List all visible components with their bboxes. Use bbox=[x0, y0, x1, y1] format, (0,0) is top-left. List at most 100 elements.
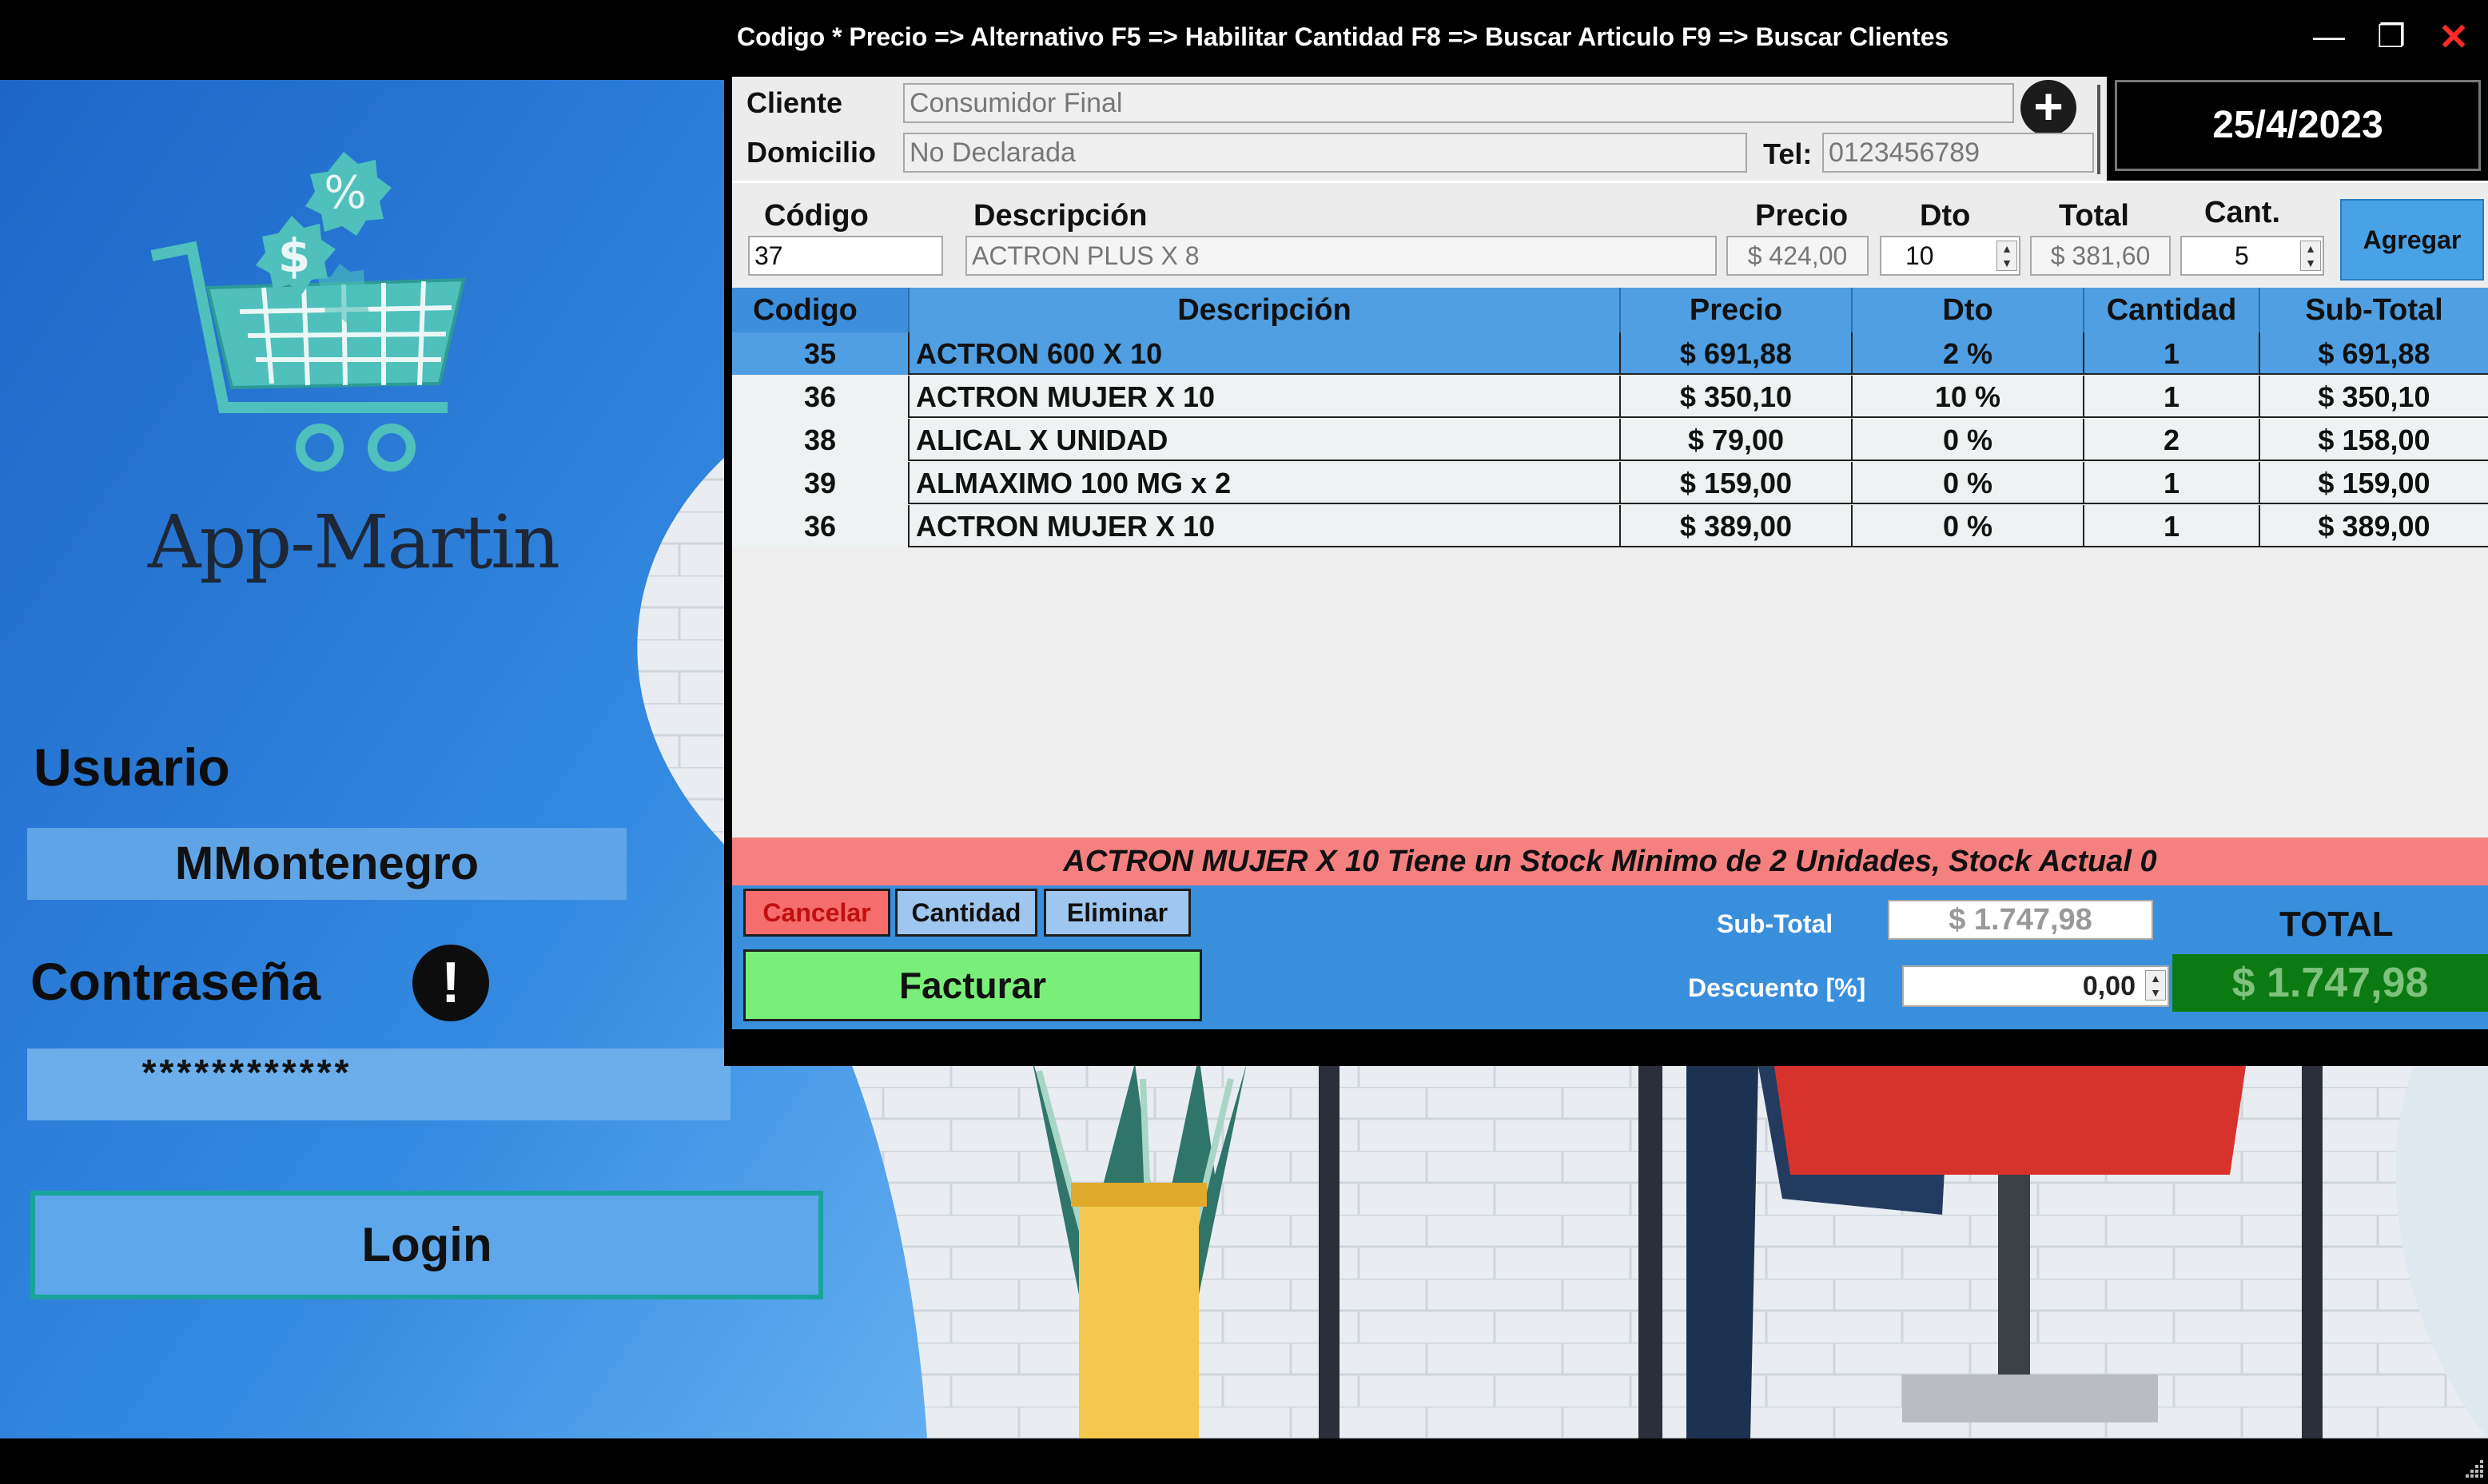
spin-icon[interactable]: ▲ ▼ bbox=[2145, 970, 2166, 1001]
date-display: 25/4/2023 bbox=[2115, 80, 2481, 171]
maximize-icon[interactable]: ❐ bbox=[2367, 13, 2415, 61]
descripcion-field[interactable]: ACTRON PLUS X 8 bbox=[965, 236, 1717, 276]
svg-text:$: $ bbox=[278, 229, 310, 283]
app-name: App-Martin bbox=[148, 499, 560, 585]
domicilio-label: Domicilio bbox=[746, 136, 877, 169]
cliente-label: Cliente bbox=[746, 86, 843, 119]
table-cell: 36 bbox=[732, 505, 910, 547]
table-cell: $ 691,88 bbox=[2318, 337, 2430, 370]
dto-label: Dto bbox=[1920, 199, 1971, 233]
column-header[interactable]: Codigo bbox=[732, 288, 910, 332]
warning-icon: ! bbox=[412, 945, 489, 1021]
user-label: Usuario bbox=[34, 738, 230, 797]
spin-icon[interactable]: ▲ ▼ bbox=[2300, 241, 2321, 271]
login-top-bar bbox=[0, 0, 735, 80]
tel-label: Tel: bbox=[1763, 137, 1813, 170]
client-panel: Cliente Consumidor Final + Domicilio No … bbox=[732, 77, 2107, 181]
total-display: $ 1.747,98 bbox=[2172, 954, 2488, 1012]
cant-input[interactable]: 5 ▲ ▼ bbox=[2180, 236, 2324, 276]
subtotal-label: Sub-Total bbox=[1717, 909, 1833, 938]
stock-alert: ACTRON MUJER X 10 Tiene un Stock Minimo … bbox=[732, 837, 2488, 885]
table-cell: 38 bbox=[732, 419, 910, 461]
cart-icon: % $ bbox=[150, 152, 466, 471]
table-cell: 1 bbox=[2084, 462, 2260, 504]
precio-label: Precio bbox=[1755, 199, 1849, 233]
column-header[interactable]: Descripción bbox=[910, 288, 1621, 332]
table-cell: 36 bbox=[732, 376, 910, 418]
table-cell: ACTRON MUJER X 10 bbox=[910, 505, 1621, 547]
table-cell: $ 389,00 bbox=[1621, 505, 1853, 547]
tel-field[interactable]: 0123456789 bbox=[1822, 133, 2094, 173]
resize-grip-icon[interactable] bbox=[2461, 1457, 2485, 1481]
login-button[interactable]: Login bbox=[30, 1191, 823, 1299]
svg-text:%: % bbox=[324, 167, 366, 219]
column-header[interactable]: Sub-Total bbox=[2260, 288, 2488, 332]
add-client-icon[interactable]: + bbox=[2020, 80, 2076, 136]
percent-tag-icon: % bbox=[305, 152, 392, 236]
password-label: Contraseña bbox=[30, 952, 321, 1011]
totals-panel: Cancelar Cantidad Eliminar Facturar Sub-… bbox=[732, 885, 2488, 1029]
cancelar-button[interactable]: Cancelar bbox=[743, 889, 890, 937]
facturar-button[interactable]: Facturar bbox=[743, 949, 1202, 1021]
descuento-input[interactable]: 0,00 ▲ ▼ bbox=[1902, 965, 2169, 1007]
window-title: Codigo * Precio => Alternativo F5 => Hab… bbox=[737, 22, 1949, 51]
table-cell: $ 158,00 bbox=[2318, 424, 2430, 456]
total-label: Total bbox=[2059, 199, 2129, 233]
domicilio-field[interactable]: No Declarada bbox=[903, 133, 1747, 173]
spin-icon[interactable]: ▲ ▼ bbox=[1996, 241, 2017, 271]
close-icon[interactable]: ✕ bbox=[2430, 13, 2478, 61]
eliminar-button[interactable]: Eliminar bbox=[1044, 889, 1191, 937]
table-cell: 39 bbox=[732, 462, 910, 504]
column-header[interactable]: Dto bbox=[1853, 288, 2084, 332]
cantidad-button[interactable]: Cantidad bbox=[895, 889, 1037, 937]
agregar-button[interactable]: Agregar bbox=[2340, 199, 2484, 280]
subtotal-field: $ 1.747,98 bbox=[1888, 900, 2153, 940]
minimize-icon[interactable]: — bbox=[2305, 13, 2353, 61]
table-row[interactable]: 39 ALMAXIMO 100 MG x 2 $ 159,00 0 % 1 $ 159,0… bbox=[732, 462, 2488, 504]
table-cell: $ 159,00 bbox=[1621, 462, 1853, 504]
table-cell: 1 bbox=[2084, 376, 2260, 418]
password-input[interactable]: ************ bbox=[27, 1048, 730, 1120]
sales-window: Codigo * Precio => Alternativo F5 => Hab… bbox=[724, 0, 2488, 1066]
table-cell: $ 159,00 bbox=[2318, 467, 2430, 499]
precio-field[interactable]: $ 424,00 bbox=[1726, 236, 1869, 276]
user-input[interactable]: MMontenegro bbox=[27, 828, 627, 900]
table-row[interactable]: 38 ALICAL X UNIDAD $ 79,00 0 % 2 $ 158,00 bbox=[732, 419, 2488, 461]
bottom-bar bbox=[0, 1438, 2488, 1484]
cant-value: 5 bbox=[2235, 241, 2249, 270]
table-row[interactable]: 36 ACTRON MUJER X 10 $ 389,00 0 % 1 $ 389,00 bbox=[732, 505, 2488, 547]
table-cell: 35 bbox=[732, 332, 910, 375]
window-titlebar[interactable]: Codigo * Precio => Alternativo F5 => Hab… bbox=[724, 0, 2488, 77]
total-caption: TOTAL bbox=[2279, 905, 2394, 944]
table-cell: 1 bbox=[2084, 332, 2260, 375]
column-header[interactable]: Precio bbox=[1621, 288, 1853, 332]
items-table[interactable]: Codigo Descripción Precio Dto Cantidad S… bbox=[732, 284, 2488, 837]
panel-separator bbox=[2097, 85, 2100, 174]
total-field[interactable]: $ 381,60 bbox=[2030, 236, 2171, 276]
table-row[interactable]: 36 ACTRON MUJER X 10 $ 350,10 10 % 1 $ 350,10 bbox=[732, 376, 2488, 418]
table-cell: ACTRON 600 X 10 bbox=[910, 332, 1621, 375]
cliente-field[interactable]: Consumidor Final bbox=[903, 83, 2014, 123]
item-entry-panel: Código 37 Descripción ACTRON PLUS X 8 Pr… bbox=[732, 181, 2488, 284]
column-header[interactable]: Cantidad bbox=[2084, 288, 2260, 332]
table-cell: 10 % bbox=[1853, 376, 2084, 418]
descripcion-label: Descripción bbox=[973, 199, 1148, 233]
table-cell: 2 % bbox=[1853, 332, 2084, 375]
codigo-input[interactable]: 37 bbox=[748, 236, 943, 276]
descuento-label: Descuento [%] bbox=[1688, 973, 1866, 1002]
table-cell: $ 79,00 bbox=[1621, 419, 1853, 461]
table-cell: 0 % bbox=[1853, 462, 2084, 504]
table-cell: 1 bbox=[2084, 505, 2260, 547]
table-cell: ALMAXIMO 100 MG x 2 bbox=[910, 462, 1621, 504]
descuento-value: 0,00 bbox=[2082, 971, 2136, 1001]
window-footer bbox=[724, 1036, 2488, 1066]
table-cell: 0 % bbox=[1853, 505, 2084, 547]
table-cell: $ 350,10 bbox=[2318, 380, 2430, 413]
table-cell: $ 350,10 bbox=[1621, 376, 1853, 418]
dto-input[interactable]: 10 ▲ ▼ bbox=[1880, 236, 2020, 276]
table-cell: ALICAL X UNIDAD bbox=[910, 419, 1621, 461]
table-row[interactable]: 35 ACTRON 600 X 10 $ 691,88 2 % 1 $ 691,88 bbox=[732, 332, 2488, 375]
table-cell: 0 % bbox=[1853, 419, 2084, 461]
table-cell: $ 389,00 bbox=[2318, 510, 2430, 543]
table-cell: $ 691,88 bbox=[1621, 332, 1853, 375]
